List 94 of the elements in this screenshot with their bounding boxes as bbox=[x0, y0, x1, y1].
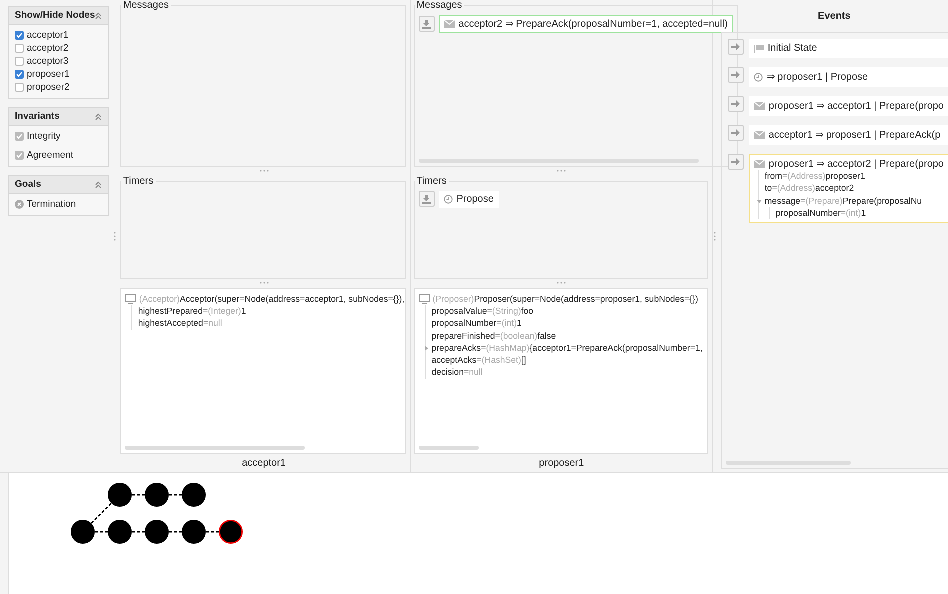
state-node[interactable] bbox=[108, 520, 132, 544]
field-value-line: decision=null bbox=[432, 366, 484, 379]
message-item[interactable]: acceptor2 ⇒ PrepareAck(proposalNumber=1, accepted=null) bbox=[438, 15, 733, 33]
edge-line bbox=[206, 531, 219, 533]
arrow-right-icon bbox=[731, 43, 740, 51]
field-value-line: proposalValue=(String)foo bbox=[432, 304, 534, 318]
edge-line bbox=[132, 494, 145, 496]
arrow-right-icon bbox=[731, 129, 740, 137]
events-title: Events bbox=[818, 10, 851, 22]
arrow-right-button[interactable] bbox=[728, 39, 744, 55]
arrow-right-icon bbox=[731, 158, 740, 166]
flag-icon bbox=[754, 44, 764, 52]
monitor-icon bbox=[125, 294, 136, 304]
panel-title: Messages bbox=[122, 0, 170, 11]
edge-line bbox=[169, 531, 182, 533]
event-item[interactable]: acceptor1 ⇒ proposer1 | PrepareAck(p bbox=[748, 125, 948, 145]
resize-handle[interactable] bbox=[557, 282, 566, 284]
field-value-line: from=(Address)proposer1 bbox=[764, 170, 866, 182]
deliver-button[interactable] bbox=[418, 191, 435, 208]
item-label: acceptor1 bbox=[27, 30, 69, 41]
state-node[interactable] bbox=[219, 520, 243, 544]
object-line: (Acceptor)Acceptor(super=Node(address=acceptor1, subNodes={}), bbox=[139, 292, 405, 305]
item-label: Agreement bbox=[27, 150, 74, 161]
field-value-line: prepareAcks=(HashMap){acceptor1=PrepareAck(proposalNumber=1, bbox=[432, 342, 707, 354]
object-line: (Proposer)Proposer(super=Node(address=proposer1, subNodes={}) bbox=[432, 292, 698, 305]
envelope-icon bbox=[754, 131, 765, 139]
event-item[interactable]: Initial State bbox=[748, 39, 948, 58]
resize-handle[interactable] bbox=[260, 170, 269, 172]
panel-title: Messages bbox=[416, 0, 464, 11]
field-value-line: proposalNumber=(int)1 bbox=[432, 317, 523, 330]
monitor-icon bbox=[418, 294, 430, 304]
envelope-icon bbox=[444, 20, 455, 28]
download-icon bbox=[422, 194, 432, 204]
arrow-right-button[interactable] bbox=[728, 96, 744, 112]
arrow-right-button[interactable] bbox=[728, 154, 744, 170]
arrow-right-icon bbox=[731, 100, 740, 108]
state-node[interactable] bbox=[145, 483, 169, 507]
state-node[interactable] bbox=[182, 483, 206, 507]
arrow-right-icon bbox=[731, 71, 740, 79]
checkbox[interactable] bbox=[15, 57, 24, 66]
state-node[interactable] bbox=[108, 483, 132, 507]
field-value-line: acceptAcks=(HashSet)[] bbox=[432, 354, 528, 366]
checkbox[interactable] bbox=[15, 31, 24, 40]
envelope-icon bbox=[754, 102, 765, 110]
edge-line bbox=[169, 494, 182, 496]
arrow-right-button[interactable] bbox=[728, 67, 744, 83]
event-item[interactable]: ⇒ proposer1 | Propose bbox=[748, 67, 948, 87]
clock-icon bbox=[444, 194, 453, 204]
state-node[interactable] bbox=[182, 520, 206, 544]
node-name: acceptor1 bbox=[242, 458, 286, 469]
failed-goal-icon bbox=[15, 200, 24, 209]
panel-title: Timers bbox=[122, 176, 155, 187]
item-label: acceptor2 bbox=[27, 43, 69, 54]
item-label: Termination bbox=[27, 199, 76, 210]
collapse-icon[interactable] bbox=[95, 180, 102, 188]
section-header[interactable]: Goals bbox=[9, 176, 108, 194]
field-value-line: to=(Address)acceptor2 bbox=[764, 182, 856, 195]
checkbox[interactable] bbox=[15, 44, 24, 53]
field-value-line: proposalNumber=(int)1 bbox=[776, 206, 868, 220]
state-node[interactable] bbox=[145, 520, 169, 544]
download-icon bbox=[422, 20, 432, 28]
collapse-icon[interactable] bbox=[95, 12, 102, 20]
field-value-line: message=(Prepare)Prepare(proposalNu bbox=[764, 194, 944, 207]
item-label: acceptor3 bbox=[27, 56, 69, 67]
collapse-icon[interactable] bbox=[95, 112, 102, 120]
edge-line bbox=[90, 502, 112, 524]
state-node[interactable] bbox=[71, 520, 95, 544]
checkbox[interactable] bbox=[15, 70, 24, 79]
expand-arrow-icon[interactable] bbox=[756, 198, 762, 204]
resize-handle[interactable] bbox=[557, 170, 566, 172]
clock-icon bbox=[754, 72, 763, 82]
item-label: Integrity bbox=[27, 131, 61, 142]
scrollbar[interactable] bbox=[418, 446, 479, 450]
arrow-right-button[interactable] bbox=[728, 125, 744, 141]
node-name: proposer1 bbox=[539, 458, 584, 469]
resize-handle[interactable] bbox=[260, 282, 269, 284]
field-value-line: prepareFinished=(boolean)false bbox=[432, 330, 558, 342]
panel-title: Timers bbox=[416, 176, 448, 187]
edge-line bbox=[95, 531, 108, 533]
item-label: proposer2 bbox=[27, 82, 70, 93]
event-item[interactable]: proposer1 ⇒ acceptor1 | Prepare(propo bbox=[748, 96, 948, 116]
field-value-line: highestAccepted=null bbox=[138, 317, 224, 330]
section-header[interactable]: Invariants bbox=[9, 108, 108, 126]
section-header[interactable]: Show/Hide Nodes bbox=[9, 7, 108, 25]
expand-arrow-icon[interactable] bbox=[424, 346, 429, 351]
item-label: proposer1 bbox=[27, 69, 70, 80]
event-item[interactable]: proposer1 ⇒ acceptor2 | Prepare(propo from=(Address)proposer1 to=(Address)acceptor2 message=(Prepare)Prepare(proposalNu proposalNumber=(int)1 bbox=[748, 154, 948, 224]
timer-item[interactable]: Propose bbox=[438, 190, 499, 208]
envelope-icon bbox=[754, 160, 765, 168]
deliver-button[interactable] bbox=[418, 16, 435, 32]
scrollbar[interactable] bbox=[125, 446, 306, 450]
checkbox[interactable] bbox=[15, 83, 24, 92]
field-value-line: highestPrepared=(Integer)1 bbox=[138, 304, 248, 318]
edge-line bbox=[132, 531, 145, 533]
